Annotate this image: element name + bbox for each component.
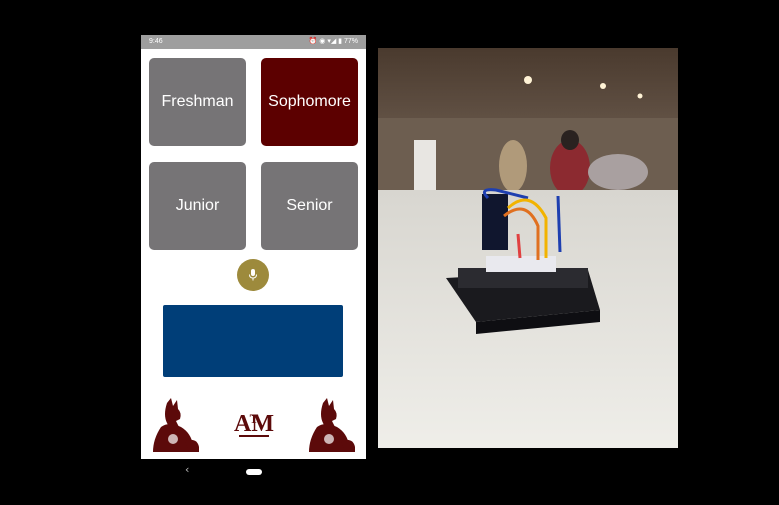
back-icon[interactable]: ‹: [185, 463, 189, 476]
reveille-dog-icon: [309, 398, 355, 452]
nav-bar: ‹: [141, 459, 366, 483]
status-time: 9:46: [149, 38, 163, 45]
senior-label: Senior: [286, 197, 333, 214]
freshman-label: Freshman: [161, 93, 234, 110]
home-pill-icon[interactable]: [246, 469, 262, 475]
sophomore-label: Sophomore: [268, 93, 351, 110]
mic-button[interactable]: [237, 259, 269, 291]
senior-button[interactable]: Senior: [261, 162, 358, 250]
atm-logo: AM T: [234, 411, 274, 437]
svg-text:T: T: [250, 411, 259, 426]
output-box: [163, 305, 343, 377]
status-bar: 9:46 ⏰ ◉ ▾◢ ▮ 77%: [141, 35, 366, 49]
status-indicators: ⏰ ◉ ▾◢ ▮ 77%: [308, 38, 358, 45]
arduino-breadboard-photo: [378, 48, 678, 448]
reveille-dog-icon: [153, 398, 199, 452]
microphone-icon: [249, 269, 257, 281]
junior-button[interactable]: Junior: [149, 162, 246, 250]
phone-screen: 9:46 ⏰ ◉ ▾◢ ▮ 77% Freshman Sophomore Jun…: [141, 35, 366, 459]
freshman-button[interactable]: Freshman: [149, 58, 246, 146]
sophomore-button[interactable]: Sophomore: [261, 58, 358, 146]
junior-label: Junior: [175, 197, 220, 214]
